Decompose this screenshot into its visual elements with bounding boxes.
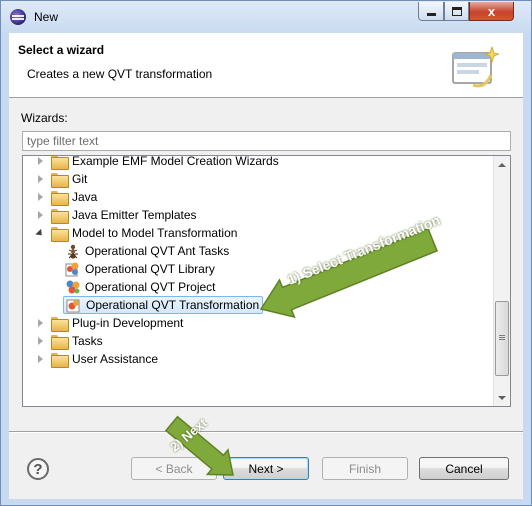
tree-item-label: Model to Model Transformation xyxy=(72,226,238,240)
tree-item-label: Plug-in Development xyxy=(72,316,184,330)
wizard-header: Select a wizard Creates a new QVT transf… xyxy=(9,33,523,98)
title-bar[interactable]: New x xyxy=(1,1,531,33)
tree-item-label: Operational QVT Ant Tasks xyxy=(85,244,230,258)
tree-item-tasks[interactable]: Tasks xyxy=(35,332,103,350)
expand-icon[interactable] xyxy=(35,350,45,368)
expand-icon[interactable] xyxy=(35,332,45,350)
close-button[interactable]: x xyxy=(469,2,514,21)
scroll-down-arrow-icon[interactable] xyxy=(494,389,510,406)
maximize-icon xyxy=(451,6,462,16)
expand-icon[interactable] xyxy=(35,170,45,188)
filter-input[interactable] xyxy=(22,131,511,151)
wizard-banner-icon xyxy=(452,45,499,88)
tree-item-label: Tasks xyxy=(72,334,103,348)
tree-item-example-emf[interactable]: Example EMF Model Creation Wizards xyxy=(35,155,279,170)
expand-icon[interactable] xyxy=(35,314,45,332)
scroll-up-arrow-icon[interactable] xyxy=(494,156,510,173)
wizards-label: Wizards: xyxy=(21,111,68,125)
tree-scrollbar[interactable] xyxy=(493,156,510,406)
maximize-button[interactable] xyxy=(444,2,469,21)
tree-item-qvt-ant-tasks[interactable]: Operational QVT Ant Tasks xyxy=(65,242,229,260)
tree-item-label: Java xyxy=(72,190,98,204)
folder-icon xyxy=(51,156,69,170)
tree-item-qvt-library[interactable]: Operational QVT Library xyxy=(65,260,215,278)
button-bar-separator xyxy=(9,431,523,433)
tree-item-label: Example EMF Model Creation Wizards xyxy=(72,155,279,168)
tree-item-label: Java Emitter Templates xyxy=(72,208,197,222)
page-description: Creates a new QVT transformation xyxy=(27,67,213,81)
back-button[interactable]: < Back xyxy=(131,457,217,480)
tree-item-user-assistance[interactable]: User Assistance xyxy=(35,350,158,368)
tree-item-label: Operational QVT Transformation xyxy=(86,298,260,312)
tree-item-qvt-transformation[interactable]: Operational QVT Transformation xyxy=(63,296,264,314)
eclipse-icon xyxy=(10,9,26,25)
tree-item-git[interactable]: Git xyxy=(35,170,87,188)
expand-icon[interactable] xyxy=(35,156,45,170)
selection-highlight[interactable]: Operational QVT Transformation xyxy=(63,296,264,314)
page-title: Select a wizard xyxy=(18,43,105,57)
dialog-client: Select a wizard Creates a new QVT transf… xyxy=(9,33,523,499)
tree-item-label: Operational QVT Library xyxy=(85,262,215,276)
expand-icon[interactable] xyxy=(35,206,45,224)
tree-item-plugin-development[interactable]: Plug-in Development xyxy=(35,314,183,332)
tree-item-model-to-model[interactable]: Model to Model Transformation xyxy=(35,224,237,242)
minimize-icon xyxy=(426,12,436,16)
minimize-button[interactable] xyxy=(418,2,444,21)
window-title: New xyxy=(34,10,59,24)
folder-icon xyxy=(51,352,69,368)
qvt-transformation-icon xyxy=(66,299,80,313)
folder-icon xyxy=(51,190,69,206)
folder-icon xyxy=(51,172,69,188)
tree-item-label: Operational QVT Project xyxy=(85,280,216,294)
folder-icon xyxy=(51,316,69,332)
finish-button[interactable]: Finish xyxy=(322,457,408,480)
wizards-tree[interactable]: Example EMF Model Creation Wizards Git J… xyxy=(22,155,511,407)
scroll-thumb[interactable] xyxy=(495,301,509,376)
tree-item-java[interactable]: Java xyxy=(35,188,97,206)
tree-item-java-emitter-templates[interactable]: Java Emitter Templates xyxy=(35,206,197,224)
folder-icon xyxy=(51,208,69,224)
expand-icon[interactable] xyxy=(35,188,45,206)
help-button[interactable]: ? xyxy=(27,458,49,480)
close-icon: x xyxy=(487,3,496,19)
folder-icon xyxy=(51,334,69,350)
new-wizard-window: New x Select a wizard Creates a new QVT … xyxy=(0,0,532,506)
qvt-library-icon xyxy=(65,262,79,277)
qvt-project-icon xyxy=(66,280,80,294)
tree-item-label: User Assistance xyxy=(72,352,159,366)
tree-item-label: Git xyxy=(72,172,88,186)
collapse-icon[interactable] xyxy=(35,224,45,242)
ant-task-icon xyxy=(68,244,78,259)
tree-item-qvt-project[interactable]: Operational QVT Project xyxy=(65,278,216,296)
cancel-button[interactable]: Cancel xyxy=(419,457,509,480)
next-button[interactable]: Next > xyxy=(223,457,309,480)
folder-open-icon xyxy=(51,226,69,242)
help-icon: ? xyxy=(33,460,43,478)
